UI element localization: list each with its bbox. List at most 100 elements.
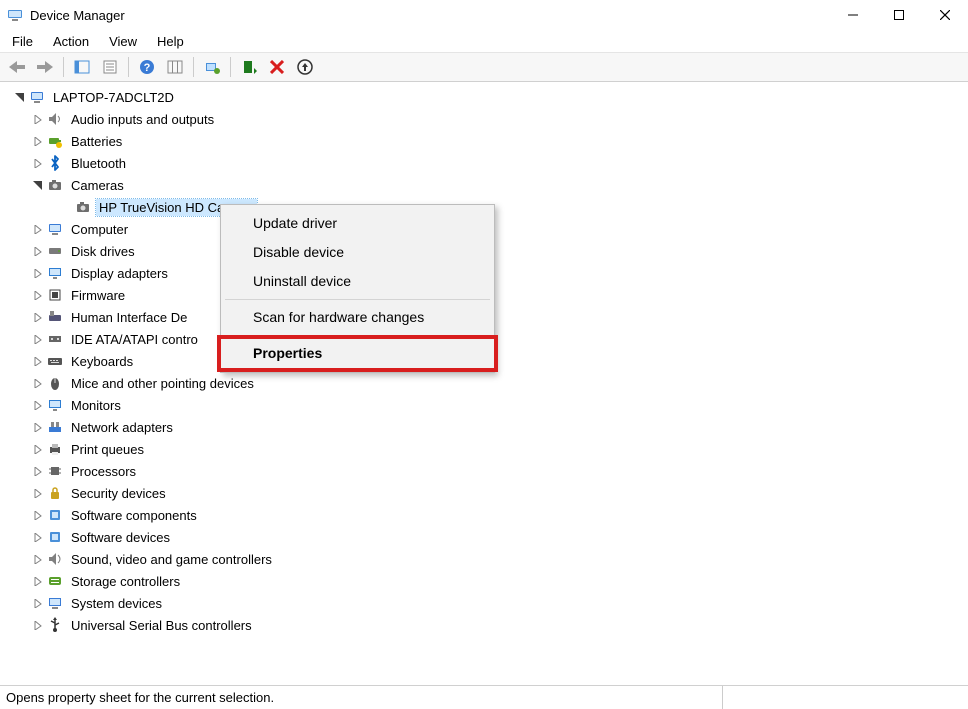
menu-view[interactable]: View	[101, 32, 145, 51]
expander-closed-icon[interactable]	[30, 156, 44, 170]
close-button[interactable]	[922, 0, 968, 30]
expander-closed-icon[interactable]	[30, 398, 44, 412]
expander-closed-icon[interactable]	[30, 464, 44, 478]
tree-node[interactable]: Software devices	[6, 526, 968, 548]
context-menu-item[interactable]: Uninstall device	[223, 267, 492, 296]
tree-node[interactable]: Universal Serial Bus controllers	[6, 614, 968, 636]
toolbar-uninstall-button[interactable]	[264, 55, 290, 79]
tree-node-label: System devices	[68, 595, 165, 612]
expander-closed-icon[interactable]	[30, 442, 44, 456]
firmware-icon	[46, 286, 64, 304]
expander-closed-icon[interactable]	[30, 266, 44, 280]
camera-icon	[46, 176, 64, 194]
expander-closed-icon[interactable]	[30, 310, 44, 324]
battery-icon	[46, 132, 64, 150]
menu-help[interactable]: Help	[149, 32, 192, 51]
expander-closed-icon[interactable]	[30, 420, 44, 434]
tree-node[interactable]: Software components	[6, 504, 968, 526]
status-text: Opens property sheet for the current sel…	[6, 690, 274, 705]
network-icon	[46, 418, 64, 436]
app-icon	[6, 6, 24, 24]
keyboard-icon	[46, 352, 64, 370]
security-icon	[46, 484, 64, 502]
toolbar-forward-button[interactable]	[32, 55, 58, 79]
tree-node[interactable]: Security devices	[6, 482, 968, 504]
tree-node-label: Computer	[68, 221, 131, 238]
computer-icon	[46, 220, 64, 238]
expander-closed-icon[interactable]	[30, 618, 44, 632]
tree-node-label: Sound, video and game controllers	[68, 551, 275, 568]
expander-closed-icon[interactable]	[30, 354, 44, 368]
toolbar-showhide-button[interactable]	[69, 55, 95, 79]
hid-icon	[46, 308, 64, 326]
tree-node-label: Storage controllers	[68, 573, 183, 590]
tree-node[interactable]: Processors	[6, 460, 968, 482]
tree-node[interactable]: Network adapters	[6, 416, 968, 438]
tree-node-label: Cameras	[68, 177, 127, 194]
computer-icon	[28, 88, 46, 106]
tree-node[interactable]: Print queues	[6, 438, 968, 460]
expander-closed-icon[interactable]	[30, 574, 44, 588]
tree-node-label: Bluetooth	[68, 155, 129, 172]
tree-node-label: Mice and other pointing devices	[68, 375, 257, 392]
sound-icon	[46, 550, 64, 568]
toolbar-properties-button[interactable]	[97, 55, 123, 79]
expander-closed-icon[interactable]	[30, 486, 44, 500]
tree-node[interactable]: Monitors	[6, 394, 968, 416]
toolbar-update-driver-button[interactable]	[199, 55, 225, 79]
tree-node[interactable]: Sound, video and game controllers	[6, 548, 968, 570]
tree-node[interactable]: Audio inputs and outputs	[6, 108, 968, 130]
speaker-icon	[46, 110, 64, 128]
tree-node-label: Security devices	[68, 485, 169, 502]
tree-node[interactable]: System devices	[6, 592, 968, 614]
tree-node-label: Display adapters	[68, 265, 171, 282]
tree-node[interactable]: Cameras	[6, 174, 968, 196]
expander-open-icon[interactable]	[30, 178, 44, 192]
cpu-icon	[46, 462, 64, 480]
menu-action[interactable]: Action	[45, 32, 97, 51]
expander-closed-icon[interactable]	[30, 552, 44, 566]
context-menu-item[interactable]: Properties	[223, 339, 492, 368]
minimize-button[interactable]	[830, 0, 876, 30]
monitor-icon	[46, 396, 64, 414]
statusbar: Opens property sheet for the current sel…	[0, 686, 968, 709]
software-icon	[46, 528, 64, 546]
context-menu-item[interactable]: Update driver	[223, 209, 492, 238]
expander-closed-icon[interactable]	[30, 134, 44, 148]
expander-closed-icon[interactable]	[58, 200, 72, 214]
tree-node-label: Software devices	[68, 529, 173, 546]
tree-node[interactable]: Mice and other pointing devices	[6, 372, 968, 394]
expander-closed-icon[interactable]	[30, 112, 44, 126]
tree-node-label: IDE ATA/ATAPI contro	[68, 331, 201, 348]
tree-node[interactable]: LAPTOP-7ADCLT2D	[6, 86, 968, 108]
tree-node-label: Batteries	[68, 133, 125, 150]
context-menu-separator	[225, 335, 490, 336]
tree-node-label: Keyboards	[68, 353, 136, 370]
expander-closed-icon[interactable]	[30, 222, 44, 236]
expander-closed-icon[interactable]	[30, 288, 44, 302]
toolbar-add-legacy-button[interactable]	[292, 55, 318, 79]
menu-file[interactable]: File	[4, 32, 41, 51]
context-menu-item[interactable]: Disable device	[223, 238, 492, 267]
toolbar-back-button[interactable]	[4, 55, 30, 79]
usb-icon	[46, 616, 64, 634]
context-menu-separator	[225, 299, 490, 300]
maximize-button[interactable]	[876, 0, 922, 30]
context-menu-item[interactable]: Scan for hardware changes	[223, 303, 492, 332]
expander-closed-icon[interactable]	[30, 530, 44, 544]
toolbar-help-button[interactable]: ?	[134, 55, 160, 79]
expander-closed-icon[interactable]	[30, 596, 44, 610]
tree-node-label: Disk drives	[68, 243, 138, 260]
tree-node[interactable]: Storage controllers	[6, 570, 968, 592]
tree-node[interactable]: Batteries	[6, 130, 968, 152]
toolbar-refresh-button[interactable]	[162, 55, 188, 79]
toolbar-scan-button[interactable]	[236, 55, 262, 79]
tree-node-label: Audio inputs and outputs	[68, 111, 217, 128]
expander-closed-icon[interactable]	[30, 244, 44, 258]
expander-closed-icon[interactable]	[30, 332, 44, 346]
expander-closed-icon[interactable]	[30, 376, 44, 390]
expander-closed-icon[interactable]	[30, 508, 44, 522]
tree-node[interactable]: Bluetooth	[6, 152, 968, 174]
device-tree[interactable]: LAPTOP-7ADCLT2D Audio inputs and outputs B…	[0, 82, 968, 686]
expander-open-icon[interactable]	[12, 90, 26, 104]
